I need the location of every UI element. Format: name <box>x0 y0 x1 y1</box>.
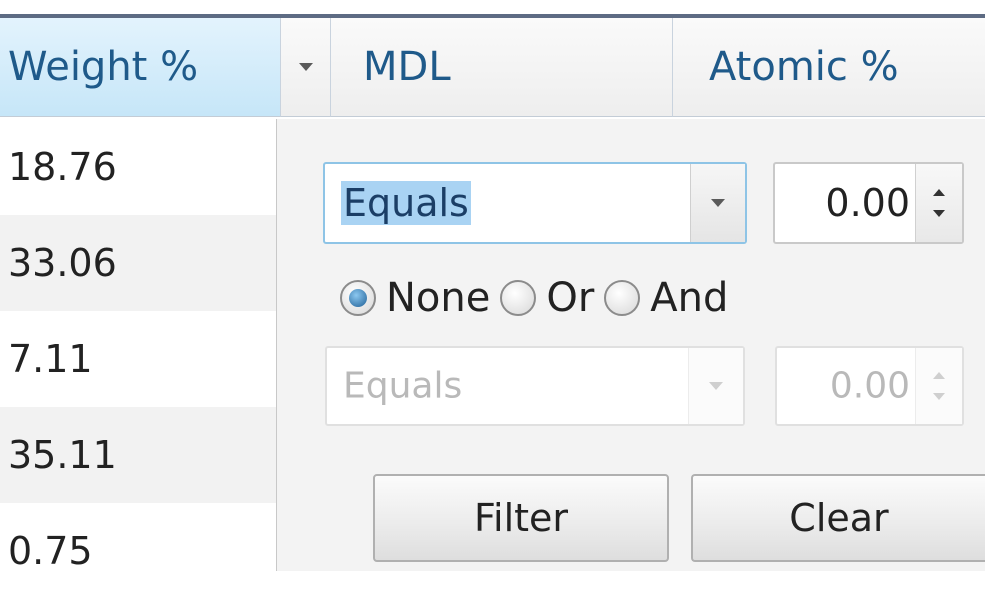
radio-none[interactable] <box>340 280 376 316</box>
filter-value-1-spinner[interactable]: 0.00 <box>773 162 964 244</box>
window-top-band <box>0 0 985 14</box>
weight-cell: 7.11 <box>8 337 93 381</box>
radio-selected-dot <box>349 289 367 307</box>
weight-cell: 0.75 <box>8 529 93 573</box>
chevron-down-icon <box>709 382 723 390</box>
table-row[interactable]: 18.76 <box>0 119 276 215</box>
filter-button[interactable]: Filter <box>373 474 669 562</box>
filter-logic-radio-group: None Or And <box>340 273 738 323</box>
column-header-atomic-label: Atomic % <box>709 44 899 90</box>
weight-column-cells: 18.76 33.06 7.11 35.11 0.75 <box>0 119 276 573</box>
filter-operator-1-value: Equals <box>341 181 471 225</box>
radio-or[interactable] <box>500 280 537 316</box>
radio-or-label[interactable]: Or <box>546 275 594 321</box>
clear-button[interactable]: Clear <box>691 474 985 562</box>
table-row[interactable]: 7.11 <box>0 311 276 407</box>
radio-and[interactable] <box>604 280 641 316</box>
filter-operator-2-combo[interactable]: Equals <box>325 346 745 426</box>
grid-header: Weight % MDL Atomic % <box>0 18 985 119</box>
filter-operator-1-combo[interactable]: Equals <box>323 162 747 244</box>
column-header-atomic[interactable]: Atomic % <box>673 18 985 117</box>
filter-value-1-text: 0.00 <box>825 181 910 225</box>
column-header-weight[interactable]: Weight % <box>0 18 281 117</box>
chevron-down-icon <box>298 63 313 71</box>
filter-value-2-spin-buttons[interactable] <box>915 348 962 424</box>
weight-cell: 35.11 <box>8 433 117 477</box>
filter-value-2-spinner[interactable]: 0.00 <box>775 346 964 426</box>
column-header-mdl[interactable]: MDL <box>331 18 673 117</box>
table-row[interactable]: 0.75 <box>0 503 276 599</box>
filter-operator-2-value: Equals <box>343 365 463 407</box>
chevron-down-icon <box>711 199 725 207</box>
filter-operator-2-dropdown-button[interactable] <box>688 348 743 424</box>
table-row[interactable]: 33.06 <box>0 215 276 311</box>
caret-down-icon[interactable] <box>933 393 945 400</box>
filter-value-2-text: 0.00 <box>829 365 910 407</box>
weight-cell: 18.76 <box>8 145 117 189</box>
table-row[interactable]: 35.11 <box>0 407 276 503</box>
caret-up-icon[interactable] <box>933 189 945 196</box>
column-filter-dropdown-button[interactable] <box>281 18 331 117</box>
column-header-mdl-label: MDL <box>363 44 451 90</box>
filter-value-1-spin-buttons[interactable] <box>915 164 962 242</box>
filter-operator-1-dropdown-button[interactable] <box>690 164 745 242</box>
filter-operator-1-selected-text: Equals <box>341 181 471 225</box>
radio-and-label[interactable]: And <box>650 275 728 321</box>
column-header-weight-label: Weight % <box>8 44 199 90</box>
weight-cell: 33.06 <box>8 241 117 285</box>
caret-down-icon[interactable] <box>933 210 945 217</box>
radio-none-label[interactable]: None <box>386 275 490 321</box>
caret-up-icon[interactable] <box>933 372 945 379</box>
